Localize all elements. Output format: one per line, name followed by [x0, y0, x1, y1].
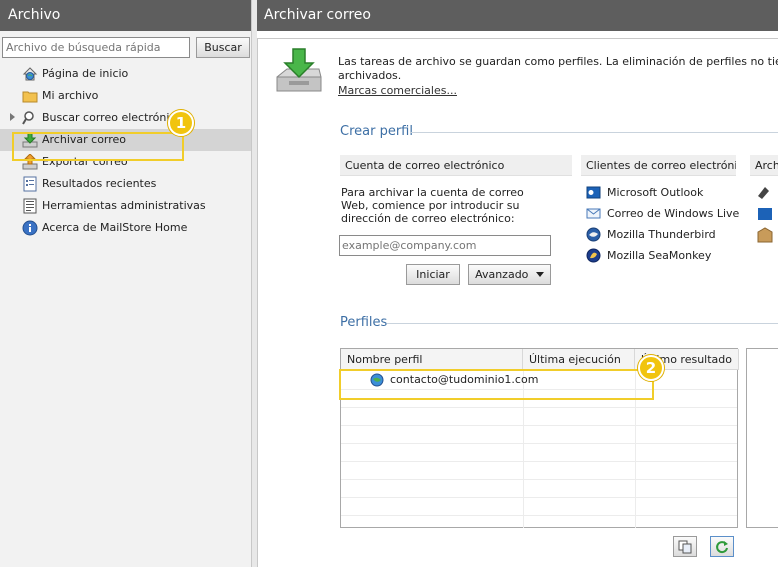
table-row [341, 480, 737, 498]
archive-large-icon [276, 48, 322, 92]
section-divider [410, 132, 778, 133]
quick-search-input[interactable] [2, 37, 190, 58]
table-row [341, 426, 737, 444]
file-icon [758, 187, 769, 199]
nav-item-about[interactable]: Acerca de MailStore Home [0, 217, 251, 239]
nav-item-my-archive[interactable]: Mi archivo [0, 85, 251, 107]
box-icon [757, 227, 773, 243]
nav-item-recent-results[interactable]: Resultados recientes [0, 173, 251, 195]
archive-email-content: Las tareas de archivo se guardan como pe… [257, 38, 778, 567]
nav-label: Página de inicio [42, 67, 129, 80]
copy-icon [678, 540, 692, 554]
windows-live-mail-icon [586, 208, 601, 219]
table-row [341, 462, 737, 480]
recent-results-icon [23, 176, 37, 192]
highlight-box-2 [339, 369, 654, 400]
section-divider [387, 323, 778, 324]
refresh-icon [716, 541, 728, 554]
magnifier-icon [22, 111, 34, 125]
column-header-last-run[interactable]: Última ejecución [523, 349, 635, 370]
step-badge-1: 1 [168, 110, 194, 136]
webmail-instructions: Para archivar la cuenta de correo Web, c… [341, 186, 524, 225]
right-pane-title: Archivar correo [257, 0, 778, 31]
folder-icon [22, 91, 38, 103]
client-label: Mozilla Thunderbird [607, 228, 716, 241]
step-badge-2: 2 [638, 355, 664, 381]
left-pane: Archivo Buscar Página de inicio Mi archi… [0, 0, 252, 567]
nav-label: Mi archivo [42, 89, 99, 102]
client-label: Microsoft Outlook [607, 186, 704, 199]
home-globe-icon [22, 67, 38, 81]
table-row [341, 408, 737, 426]
right-pane: Archivar correo Las tareas de archivo se… [257, 0, 778, 567]
intro-text: Las tareas de archivo se guardan como pe… [338, 55, 778, 82]
client-label: Mozilla SeaMonkey [607, 249, 712, 262]
nav-item-admin-tools[interactable]: Herramientas administrativas [0, 195, 251, 217]
profile-actions-panel [746, 348, 778, 528]
nav-label: Acerca de MailStore Home [42, 221, 188, 234]
client-label: Correo de Windows Live [607, 207, 740, 220]
seamonkey-icon [586, 248, 601, 263]
search-button[interactable]: Buscar [196, 37, 250, 58]
nav-label: Herramientas administrativas [42, 199, 206, 212]
outlook-icon [586, 186, 601, 199]
highlight-box-1 [12, 132, 184, 161]
dropdown-arrow-icon [535, 272, 544, 277]
email-account-header: Cuenta de correo electrónico [340, 155, 572, 176]
table-row [341, 498, 737, 516]
trademarks-link[interactable]: Marcas comerciales... [338, 84, 457, 97]
email-clients-header: Clientes de correo electrónico [581, 155, 736, 176]
archive-files-icons [757, 187, 773, 243]
nav-item-home[interactable]: Página de inicio [0, 63, 251, 85]
advanced-button[interactable]: Avanzado [468, 264, 551, 285]
start-button[interactable]: Iniciar [406, 264, 460, 285]
thunderbird-icon [586, 227, 601, 242]
table-row [341, 444, 737, 462]
admin-tools-icon [23, 198, 37, 214]
archive-files-header: Arch [750, 155, 778, 176]
expand-arrow-icon[interactable] [10, 113, 15, 121]
copy-profile-button[interactable] [673, 536, 697, 557]
left-pane-title: Archivo [0, 0, 251, 31]
nav-item-search-email[interactable]: Buscar correo electrónico [0, 107, 251, 129]
info-icon [22, 220, 38, 236]
refresh-button[interactable] [710, 536, 734, 557]
create-profile-title: Crear perfil [340, 124, 413, 139]
column-header-name[interactable]: Nombre perfil [341, 349, 523, 370]
profiles-title: Perfiles [340, 315, 388, 330]
outlook-file-icon [758, 208, 772, 220]
nav-label: Resultados recientes [42, 177, 157, 190]
nav-label: Buscar correo electrónico [42, 111, 183, 124]
email-address-field[interactable] [339, 235, 551, 256]
